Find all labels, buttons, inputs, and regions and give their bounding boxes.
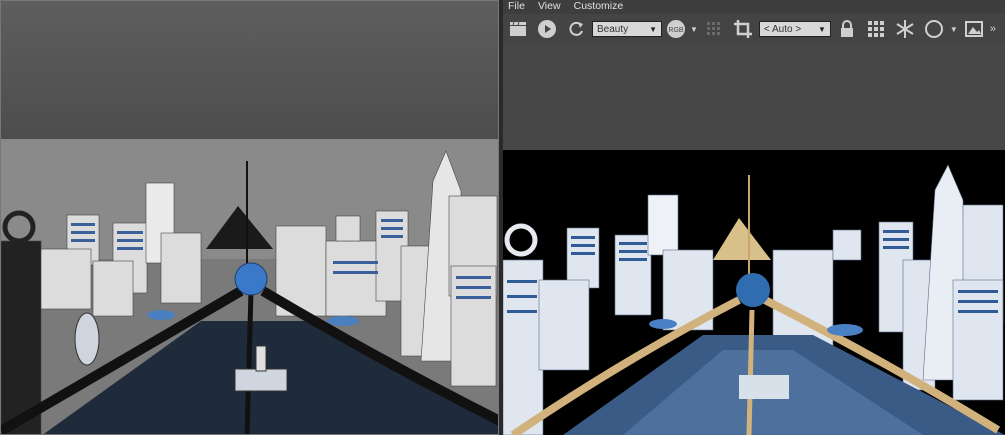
image-icon[interactable]	[961, 16, 987, 42]
viewport-sphere	[234, 262, 268, 296]
render-output[interactable]	[503, 150, 1005, 435]
region-value: < Auto >	[763, 23, 802, 35]
viewport-umbrella	[147, 310, 175, 320]
render-fountain	[739, 375, 789, 399]
viewport-umbrella	[327, 316, 359, 326]
chevron-down-icon: ▼	[818, 24, 826, 34]
menu-bar: File View Customize	[503, 0, 1005, 14]
viewport-fountain-column	[255, 345, 267, 372]
render-rail-center	[746, 309, 755, 435]
overflow-chevron-icon[interactable]: »	[990, 23, 996, 35]
refresh-icon[interactable]	[563, 16, 589, 42]
chevron-down-icon: ▼	[649, 24, 657, 34]
chevron-down-icon[interactable]: ▼	[950, 25, 958, 34]
crop-icon[interactable]	[730, 16, 756, 42]
lock-icon[interactable]	[834, 16, 860, 42]
chevron-down-icon[interactable]: ▼	[690, 25, 698, 34]
rgb-channel-label: RGB	[668, 27, 684, 34]
viewport-panel[interactable]	[0, 0, 499, 435]
menu-view[interactable]: View	[533, 0, 566, 13]
render-sphere	[736, 273, 770, 307]
render-umbrella	[827, 324, 863, 336]
menu-file[interactable]: File	[503, 0, 530, 13]
grid-dots-icon[interactable]	[701, 16, 727, 42]
render-element-select[interactable]: Beauty ▼	[592, 21, 662, 37]
grid-icon[interactable]	[863, 16, 889, 42]
clapper-icon[interactable]	[505, 16, 531, 42]
viewport-fountain	[234, 368, 288, 392]
rgb-channel-button[interactable]: RGB	[665, 16, 687, 42]
render-play-icon[interactable]	[534, 16, 560, 42]
circle-icon[interactable]	[921, 16, 947, 42]
viewport-scene[interactable]	[1, 1, 499, 435]
region-select[interactable]: < Auto > ▼	[758, 21, 831, 37]
frame-buffer-panel: File View Customize Beauty ▼ RGB ▼ < Aut…	[503, 0, 1005, 435]
render-umbrella	[649, 319, 677, 329]
viewport-rocket	[74, 312, 100, 366]
snowflake-icon[interactable]	[892, 16, 918, 42]
frame-buffer-toolbar: Beauty ▼ RGB ▼ < Auto > ▼ ▼ »	[503, 14, 1005, 44]
render-element-value: Beauty	[597, 23, 629, 35]
menu-customize[interactable]: Customize	[569, 0, 629, 13]
